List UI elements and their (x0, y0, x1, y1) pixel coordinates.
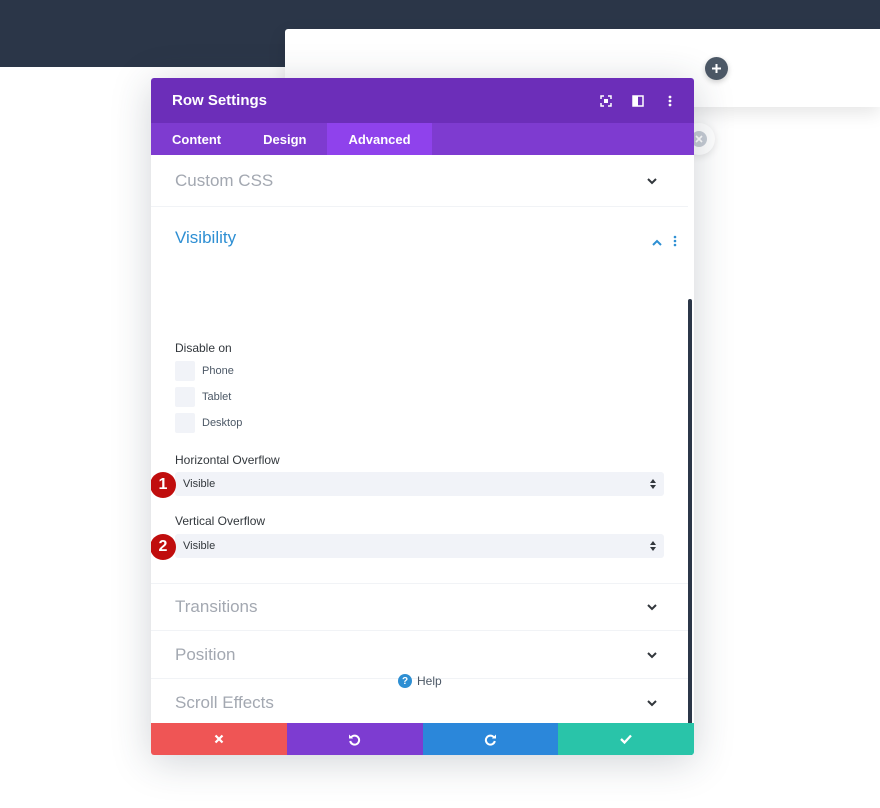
chevron-down-icon (647, 651, 657, 658)
scrollbar[interactable] (688, 299, 692, 755)
vertical-overflow-value: Visible (183, 540, 216, 552)
horizontal-overflow-label: Horizontal Overflow (175, 453, 280, 467)
close-icon (214, 734, 224, 744)
redo-icon (484, 734, 496, 746)
desktop-label: Desktop (202, 417, 243, 429)
chevron-down-icon (647, 604, 657, 611)
select-arrows-icon (650, 541, 656, 551)
horizontal-overflow-select[interactable]: Visible (175, 472, 664, 496)
settings-tabs: Content Design Advanced (151, 123, 694, 155)
fullscreen-icon[interactable] (596, 91, 616, 111)
cancel-button[interactable] (151, 723, 287, 755)
section-title-position: Position (175, 644, 236, 664)
section-position[interactable]: Position (151, 631, 688, 679)
help-label: Help (417, 674, 442, 688)
more-options-icon[interactable] (660, 91, 680, 111)
plus-icon (712, 64, 721, 73)
add-module-button[interactable] (705, 57, 728, 80)
settings-body: Custom CSS Visibility Disable on Phone T… (151, 155, 694, 755)
section-title-transitions: Transitions (175, 597, 258, 616)
chevron-down-icon (647, 177, 657, 184)
redo-button[interactable] (422, 723, 559, 755)
phone-checkbox[interactable] (175, 361, 195, 381)
disable-phone-option[interactable]: Phone (175, 361, 234, 381)
disable-tablet-option[interactable]: Tablet (175, 387, 231, 407)
tab-content[interactable]: Content (151, 123, 242, 155)
help-icon: ? (398, 674, 412, 688)
row-settings-modal: Row Settings Content Design Advanced Cus… (151, 78, 694, 755)
tablet-checkbox[interactable] (175, 387, 195, 407)
undo-button[interactable] (286, 723, 423, 755)
section-title-scroll-effects: Scroll Effects (175, 692, 274, 712)
tab-advanced[interactable]: Advanced (327, 123, 432, 155)
section-custom-css[interactable]: Custom CSS (151, 155, 688, 207)
disable-desktop-option[interactable]: Desktop (175, 413, 242, 433)
desktop-checkbox[interactable] (175, 413, 195, 433)
chevron-down-icon (647, 699, 657, 706)
save-button[interactable] (558, 723, 694, 755)
modal-header: Row Settings (151, 78, 694, 123)
section-title-visibility[interactable]: Visibility (175, 228, 236, 248)
chevron-up-icon[interactable] (651, 237, 663, 249)
section-options-icon[interactable] (673, 234, 677, 248)
tab-design[interactable]: Design (242, 123, 327, 155)
header-actions (596, 78, 680, 123)
annotation-marker-1: 1 (151, 472, 176, 498)
horizontal-overflow-value: Visible (183, 478, 216, 490)
select-arrows-icon (650, 479, 656, 489)
split-view-icon[interactable] (628, 91, 648, 111)
modal-title: Row Settings (172, 92, 268, 109)
vertical-overflow-label: Vertical Overflow (175, 514, 266, 528)
undo-icon (349, 734, 361, 746)
modal-footer (151, 723, 694, 755)
annotation-marker-2: 2 (151, 534, 176, 560)
vertical-overflow-select[interactable]: Visible (175, 534, 664, 558)
disable-on-label: Disable on (175, 341, 232, 355)
section-title-custom-css: Custom CSS (175, 170, 274, 190)
section-transitions[interactable]: Transitions (151, 583, 688, 631)
tablet-label: Tablet (202, 391, 232, 403)
help-link[interactable]: ? Help (398, 674, 442, 688)
phone-label: Phone (202, 365, 234, 377)
checkmark-icon (620, 734, 632, 744)
